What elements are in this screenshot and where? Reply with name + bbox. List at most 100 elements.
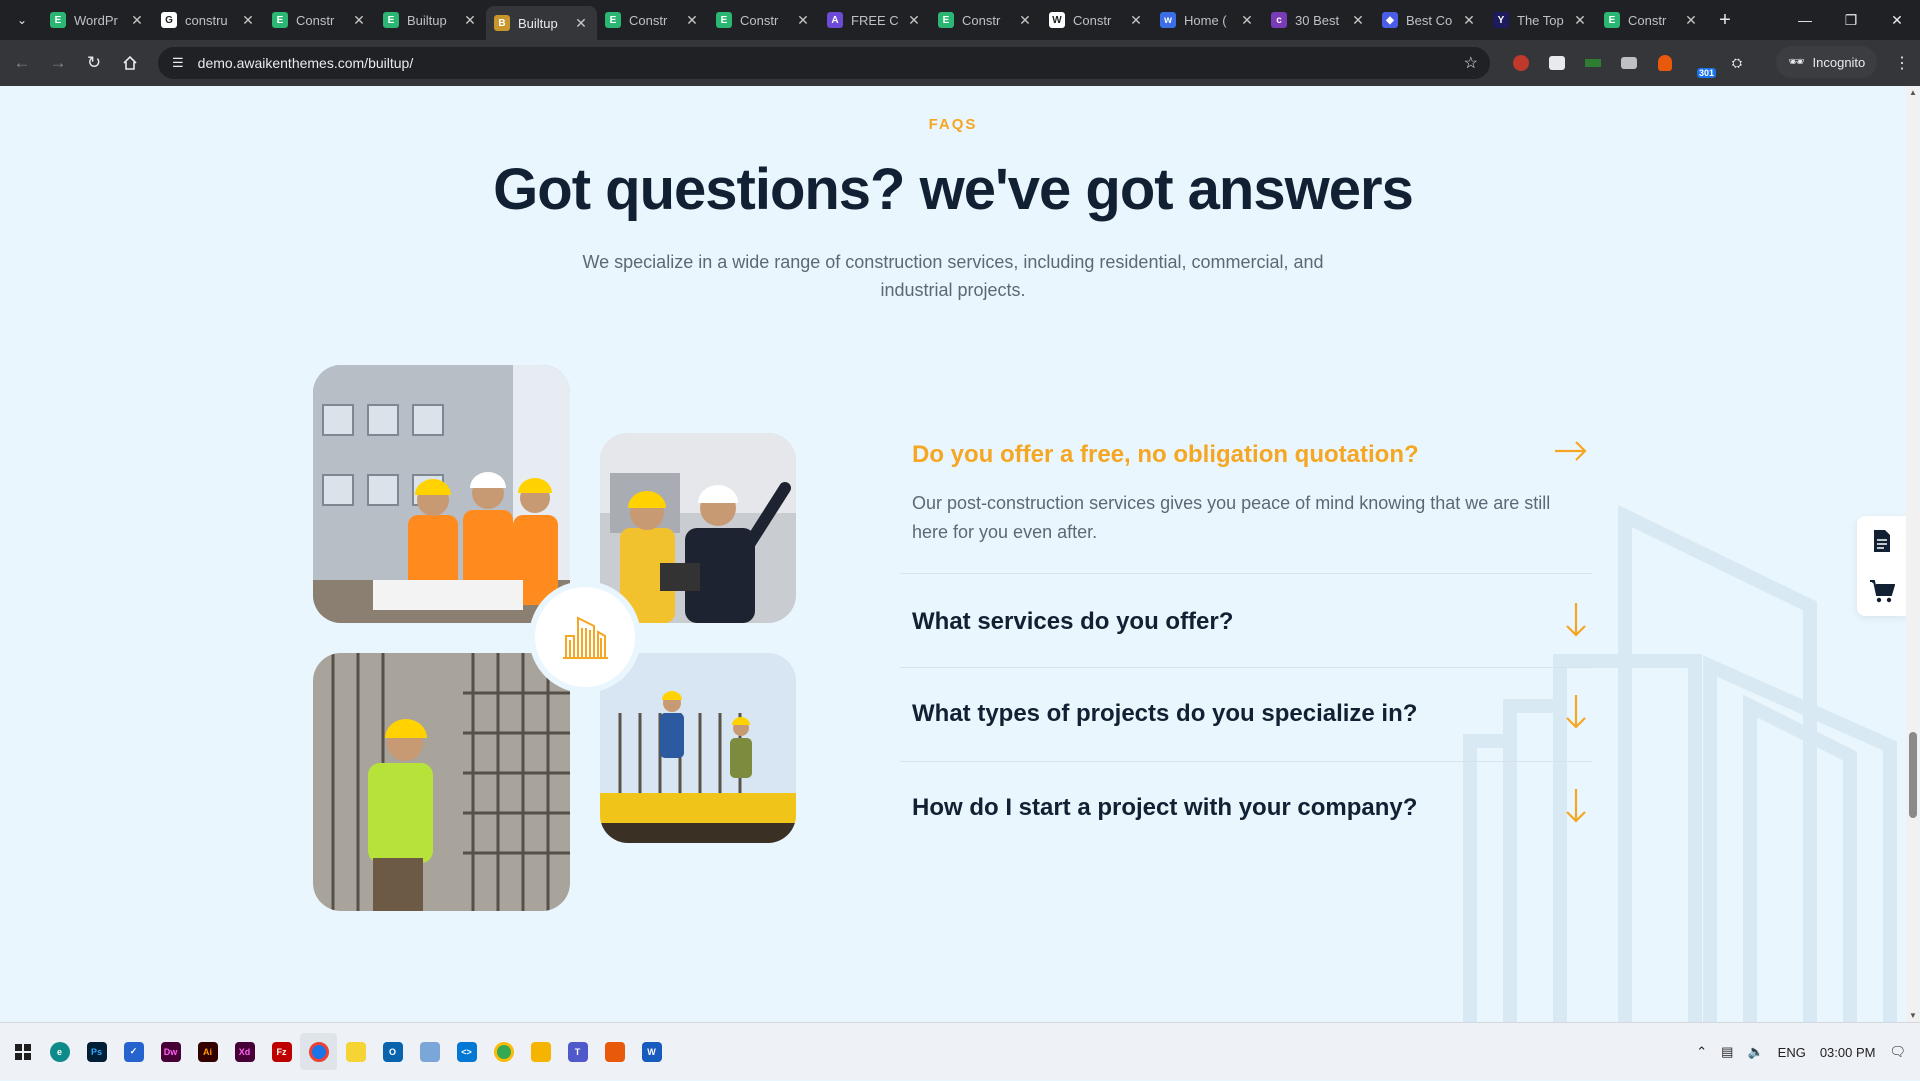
forward-button[interactable]: → — [40, 45, 76, 81]
arrow-down-icon[interactable] — [1564, 694, 1588, 735]
browser-tab[interactable]: E Constr ✕ — [597, 4, 708, 36]
faq-question-2[interactable]: What services do you offer? — [900, 608, 1592, 636]
faq-question-4[interactable]: How do I start a project with your compa… — [900, 794, 1592, 822]
extension-icon-1[interactable] — [1508, 50, 1534, 76]
clock[interactable]: 03:00 PM — [1820, 1045, 1876, 1060]
faq-item: What types of projects do you specialize… — [900, 668, 1592, 762]
tab-favicon-icon: E — [716, 12, 732, 28]
page-scrollbar[interactable]: ▲ ▼ — [1906, 86, 1920, 1022]
tab-close-icon[interactable]: ✕ — [795, 12, 811, 29]
photoshop-taskbar-icon[interactable]: Ps — [78, 1033, 115, 1070]
home-button[interactable] — [112, 45, 148, 81]
dreamweaver-taskbar-icon[interactable]: Dw — [152, 1033, 189, 1070]
tab-close-icon[interactable]: ✕ — [1683, 12, 1699, 29]
new-tab-button[interactable]: + — [1711, 6, 1739, 34]
reload-button[interactable]: ↻ — [76, 45, 112, 81]
browser-tab[interactable]: Y The Top ✕ — [1485, 4, 1596, 36]
notification-icon[interactable]: 🗨 — [1889, 1044, 1906, 1060]
teams-taskbar-icon[interactable]: T — [559, 1033, 596, 1070]
scrollbar-thumb[interactable] — [1909, 732, 1917, 818]
faq-question-3[interactable]: What types of projects do you specialize… — [900, 700, 1592, 728]
window-controls: — ❐ ✕ — [1782, 0, 1920, 40]
extension-badge-count: 301 — [1696, 68, 1716, 78]
browser-tab[interactable]: E Constr ✕ — [264, 4, 375, 36]
tab-close-icon[interactable]: ✕ — [573, 15, 589, 32]
todo-taskbar-icon[interactable]: ✓ — [115, 1033, 152, 1070]
language-indicator[interactable]: ENG — [1778, 1045, 1806, 1060]
vscode-taskbar-icon[interactable]: <> — [448, 1033, 485, 1070]
browser-tab[interactable]: Gconstru ✕ — [153, 4, 264, 36]
chevron-up-icon[interactable]: ⌃ — [1696, 1044, 1707, 1060]
tab-close-icon[interactable]: ✕ — [351, 12, 367, 29]
file-explorer-taskbar-icon[interactable] — [522, 1033, 559, 1070]
extension-badge-icon[interactable]: 301 — [1688, 50, 1716, 78]
system-tray: ⌃ ▤ 🔈 ENG 03:00 PM 🗨 — [1696, 1023, 1920, 1081]
browser-tab[interactable]: W Constr ✕ — [1041, 4, 1152, 36]
url-text[interactable]: demo.awaikenthemes.com/builtup/ — [198, 55, 414, 71]
restore-button[interactable]: ❐ — [1828, 0, 1874, 40]
tab-close-icon[interactable]: ✕ — [1350, 12, 1366, 29]
camera-extension-icon[interactable] — [1616, 50, 1642, 76]
app-orange-taskbar-icon[interactable] — [596, 1033, 633, 1070]
arrow-right-icon: → — [49, 53, 67, 72]
browser-tab[interactable]: B Builtup ✕ — [486, 6, 597, 40]
tab-close-icon[interactable]: ✕ — [129, 12, 145, 29]
edge-taskbar-icon[interactable]: e — [41, 1033, 78, 1070]
xd-taskbar-icon[interactable]: Xd — [226, 1033, 263, 1070]
tab-close-icon[interactable]: ✕ — [684, 12, 700, 29]
extension-icon-3[interactable] — [1580, 50, 1606, 76]
incognito-indicator[interactable]: 🕶 Incognito — [1776, 46, 1878, 78]
filezilla-taskbar-icon[interactable]: Fz — [263, 1033, 300, 1070]
back-button[interactable]: ← — [4, 45, 40, 81]
browser-menu-icon[interactable]: ⋮ — [1894, 53, 1910, 73]
close-window-button[interactable]: ✕ — [1874, 0, 1920, 40]
network-icon[interactable]: ▤ — [1721, 1044, 1733, 1060]
tab-search-button[interactable]: ⌄ — [6, 4, 38, 36]
tab-close-icon[interactable]: ✕ — [906, 12, 922, 29]
bookmark-star-icon[interactable]: ☆ — [1464, 53, 1478, 73]
extension-icon-5[interactable] — [1652, 50, 1678, 76]
tab-close-icon[interactable]: ✕ — [462, 12, 478, 29]
tab-close-icon[interactable]: ✕ — [1239, 12, 1255, 29]
puzzle-icon[interactable]: ⛭ — [1724, 50, 1750, 76]
browser-tab[interactable]: A FREE C ✕ — [819, 4, 930, 36]
scroll-up-icon[interactable]: ▲ — [1909, 88, 1917, 97]
extension-icon-2[interactable] — [1544, 50, 1570, 76]
address-bar[interactable]: ☰ demo.awaikenthemes.com/builtup/ ☆ — [158, 47, 1490, 79]
arrow-down-icon[interactable] — [1564, 602, 1588, 643]
browser-tab[interactable]: ◆ Best Co ✕ — [1374, 4, 1485, 36]
volume-icon[interactable]: 🔈 — [1747, 1044, 1763, 1060]
browser-tab[interactable]: E Constr ✕ — [708, 4, 819, 36]
faq-item: How do I start a project with your compa… — [900, 762, 1592, 856]
tab-close-icon[interactable]: ✕ — [1128, 12, 1144, 29]
browser-tab[interactable]: E Builtup ✕ — [375, 4, 486, 36]
start-button[interactable] — [4, 1033, 41, 1070]
chrome-alt-taskbar-icon[interactable] — [485, 1033, 522, 1070]
tab-close-icon[interactable]: ✕ — [240, 12, 256, 29]
site-info-icon[interactable]: ☰ — [172, 55, 184, 71]
minimize-button[interactable]: — — [1782, 0, 1828, 40]
browser-tab[interactable]: w Home (✕ — [1152, 4, 1263, 36]
tab-close-icon[interactable]: ✕ — [1572, 12, 1588, 29]
tab-close-icon[interactable]: ✕ — [1017, 12, 1033, 29]
outlook-taskbar-icon[interactable]: O — [374, 1033, 411, 1070]
document-button[interactable] — [1857, 516, 1906, 566]
tab-favicon-icon: w — [1160, 12, 1176, 28]
sticky-notes-taskbar-icon[interactable] — [337, 1033, 374, 1070]
tab-title: 30 Best — [1295, 12, 1340, 28]
cart-button[interactable] — [1857, 566, 1906, 616]
faq-accordion: Do you offer a free, no obligation quota… — [900, 441, 1592, 856]
scroll-down-icon[interactable]: ▼ — [1909, 1011, 1917, 1020]
browser-tab[interactable]: c 30 Best ✕ — [1263, 4, 1374, 36]
tab-close-icon[interactable]: ✕ — [1461, 12, 1477, 29]
arrow-right-icon[interactable] — [1554, 439, 1588, 468]
illustrator-taskbar-icon[interactable]: Ai — [189, 1033, 226, 1070]
word-taskbar-icon[interactable]: W — [633, 1033, 670, 1070]
browser-tab[interactable]: E Constr ✕ — [930, 4, 1041, 36]
chrome-taskbar-icon[interactable] — [300, 1033, 337, 1070]
notepad-taskbar-icon[interactable] — [411, 1033, 448, 1070]
faq-question-1[interactable]: Do you offer a free, no obligation quota… — [900, 441, 1592, 469]
browser-tab[interactable]: E WordPr ✕ — [42, 4, 153, 36]
arrow-down-icon[interactable] — [1564, 788, 1588, 829]
browser-tab[interactable]: E Constr ✕ — [1596, 4, 1707, 36]
